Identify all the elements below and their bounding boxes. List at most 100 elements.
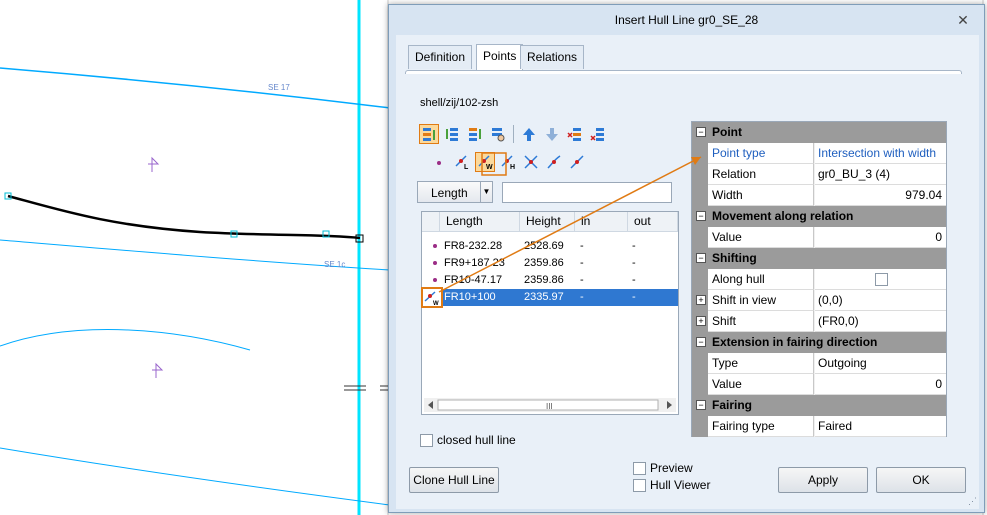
property-movement-value[interactable]: Value 0 xyxy=(692,227,946,248)
collapse-icon[interactable]: − xyxy=(696,127,706,137)
move-down-icon[interactable] xyxy=(542,124,562,144)
property-relation[interactable]: Relation gr0_BU_3 (4) xyxy=(692,164,946,185)
row-gutter xyxy=(692,164,708,185)
point-height-icon[interactable]: H xyxy=(498,152,518,172)
property-key: Value xyxy=(708,227,814,248)
table-header-out[interactable]: out xyxy=(628,212,678,232)
property-extension-type[interactable]: Type Outgoing xyxy=(692,353,946,374)
closed-hull-line-checkbox[interactable]: closed hull line xyxy=(420,433,516,447)
expand-icon[interactable]: + xyxy=(696,316,706,326)
property-shift[interactable]: + Shift (FR0,0) xyxy=(692,311,946,332)
cell-out: - xyxy=(632,291,636,303)
row-gutter xyxy=(692,185,708,206)
row-gutter xyxy=(692,374,708,395)
category-label: Fairing xyxy=(712,398,753,412)
property-value[interactable]: 0 xyxy=(815,227,946,248)
table-row-selected[interactable]: W FR10+100 2335.97 - - xyxy=(421,287,678,308)
close-icon[interactable]: ✕ xyxy=(954,11,972,29)
property-key: Shift in view xyxy=(708,290,814,311)
tab-relations[interactable]: Relations xyxy=(520,45,585,69)
property-value[interactable] xyxy=(815,269,946,290)
delete-all-icon[interactable] xyxy=(588,124,608,144)
cell-in: - xyxy=(580,240,584,252)
tab-points[interactable]: Points xyxy=(476,44,524,70)
knuckle-icon[interactable] xyxy=(567,152,587,172)
table-row[interactable]: FR10-47.17 2359.86 - - xyxy=(422,272,678,289)
points-toolbar-row1 xyxy=(419,124,608,144)
tab-definition[interactable]: Definition xyxy=(408,45,473,69)
expand-icon[interactable]: + xyxy=(696,295,706,305)
point-icon xyxy=(426,255,444,272)
tangent-icon[interactable] xyxy=(544,152,564,172)
point-width-icon: W xyxy=(421,287,443,308)
property-value[interactable]: (0,0) xyxy=(815,290,946,311)
hull-line[interactable] xyxy=(7,194,361,240)
hull-viewer-checkbox[interactable]: Hull Viewer xyxy=(633,478,710,492)
move-up-icon[interactable] xyxy=(519,124,539,144)
delete-point-icon[interactable] xyxy=(565,124,585,144)
collapse-icon[interactable]: − xyxy=(696,400,706,410)
property-shift-in-view[interactable]: + Shift in view (0,0) xyxy=(692,290,946,311)
collapse-icon[interactable]: − xyxy=(696,337,706,347)
category-shifting[interactable]: − Shifting xyxy=(692,248,946,269)
collapse-icon[interactable]: − xyxy=(696,211,706,221)
property-fairing-type[interactable]: Fairing type Faired xyxy=(692,416,946,437)
table-header-length[interactable]: Length xyxy=(440,212,520,232)
resize-grip-icon[interactable]: ⋰ xyxy=(968,496,977,507)
category-label: Extension in fairing direction xyxy=(712,335,878,349)
property-along-hull[interactable]: Along hull xyxy=(692,269,946,290)
checkbox-box[interactable] xyxy=(420,433,433,447)
insert-after-icon[interactable] xyxy=(465,124,485,144)
point-icon[interactable] xyxy=(429,152,449,172)
pick-point-icon[interactable] xyxy=(488,124,508,144)
cell-out: - xyxy=(632,274,636,286)
collapse-icon[interactable]: − xyxy=(696,253,706,263)
category-fairing[interactable]: − Fairing xyxy=(692,395,946,416)
clone-hull-line-button[interactable]: Clone Hull Line xyxy=(409,467,499,493)
intersection-icon[interactable] xyxy=(521,152,541,172)
chevron-down-icon[interactable]: ▼ xyxy=(480,182,492,202)
property-value[interactable]: gr0_BU_3 (4) xyxy=(815,164,946,185)
category-point[interactable]: − Point xyxy=(692,122,946,143)
property-value[interactable]: Intersection with width xyxy=(815,143,946,164)
checkbox-box[interactable] xyxy=(633,478,646,492)
category-extension[interactable]: − Extension in fairing direction xyxy=(692,332,946,353)
ok-button[interactable]: OK xyxy=(876,467,966,493)
category-label: Shifting xyxy=(712,251,757,265)
apply-button[interactable]: Apply xyxy=(778,467,868,493)
property-value[interactable]: Faired xyxy=(815,416,946,437)
table-header-in[interactable]: in xyxy=(575,212,628,232)
dialog-client-area: Definition Points Relations shell/zij/10… xyxy=(396,35,979,509)
category-label: Movement along relation xyxy=(712,209,854,223)
point-length-icon[interactable]: L xyxy=(452,152,472,172)
checkbox-box[interactable] xyxy=(633,461,646,475)
cell-in: - xyxy=(580,274,584,286)
along-hull-checkbox[interactable] xyxy=(875,273,888,286)
property-value[interactable]: (FR0,0) xyxy=(815,311,946,332)
cell-out: - xyxy=(632,257,636,269)
insert-before-icon[interactable] xyxy=(442,124,462,144)
length-dropdown[interactable]: Length ▼ xyxy=(417,181,493,203)
svg-text:W: W xyxy=(486,164,493,170)
property-width[interactable]: Width 979.04 xyxy=(692,185,946,206)
bottom-curve xyxy=(0,447,391,506)
property-value[interactable]: 0 xyxy=(815,374,946,395)
property-value[interactable]: Outgoing xyxy=(815,353,946,374)
property-point-type[interactable]: Point type Intersection with width xyxy=(692,143,946,164)
insert-point-icon[interactable] xyxy=(419,124,439,144)
row-gutter xyxy=(692,269,708,290)
table-row[interactable]: FR8-232.28 2528.69 - - xyxy=(422,238,678,255)
category-movement[interactable]: − Movement along relation xyxy=(692,206,946,227)
cell-height: 2359.86 xyxy=(524,274,564,286)
table-header-height[interactable]: Height xyxy=(520,212,575,232)
property-value[interactable]: 979.04 xyxy=(815,185,946,206)
property-key: Point type xyxy=(708,143,814,164)
horizontal-scrollbar[interactable]: III xyxy=(424,398,676,412)
dialog-titlebar[interactable]: Insert Hull Line gr0_SE_28 ✕ xyxy=(389,5,984,35)
table-row[interactable]: FR9+187.23 2359.86 - - xyxy=(422,255,678,272)
point-width-icon[interactable]: W xyxy=(475,152,495,172)
category-label: Point xyxy=(712,125,742,139)
property-extension-value[interactable]: Value 0 xyxy=(692,374,946,395)
length-value-input[interactable] xyxy=(502,182,672,203)
preview-checkbox[interactable]: Preview xyxy=(633,461,693,475)
